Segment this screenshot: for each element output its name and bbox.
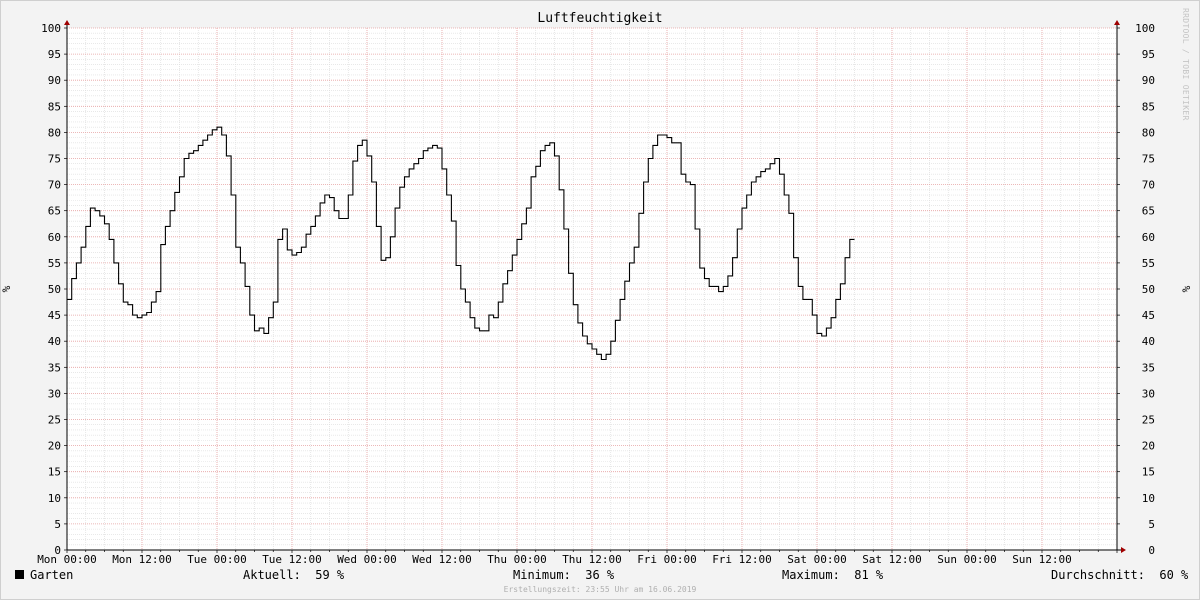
y-axis-label-left: % bbox=[0, 285, 13, 292]
x-tick-label: Thu 12:00 bbox=[562, 553, 622, 566]
y-tick-label-right: 70 bbox=[1142, 179, 1155, 192]
legend-aktuell: Aktuell: 59 % bbox=[243, 568, 345, 582]
creation-timestamp: Erstellungszeit: 23:55 Uhr am 16.06.2019 bbox=[503, 585, 697, 594]
y-tick-label-left: 35 bbox=[48, 361, 61, 374]
y-tick-label-right: 10 bbox=[1142, 492, 1155, 505]
y-tick-label-right: 65 bbox=[1142, 205, 1155, 218]
y-tick-label-left: 5 bbox=[54, 518, 61, 531]
y-tick-label-right: 90 bbox=[1142, 74, 1155, 87]
x-axis-arrow bbox=[1121, 547, 1126, 553]
y-tick-label-left: 50 bbox=[48, 283, 61, 296]
y-tick-label-left: 55 bbox=[48, 257, 61, 270]
y-tick-label-left: 30 bbox=[48, 387, 61, 400]
x-tick-label: Fri 12:00 bbox=[712, 553, 772, 566]
x-tick-label: Wed 12:00 bbox=[412, 553, 472, 566]
x-tick-labels: Mon 00:00 Mon 12:00 Tue 00:00 Tue 12:00 Wed … bbox=[37, 553, 1072, 566]
y-tick-label-left: 65 bbox=[48, 205, 61, 218]
y-tick-label-right: 95 bbox=[1142, 48, 1155, 61]
x-tick-label: Sun 12:00 bbox=[1012, 553, 1072, 566]
y-tick-label-left: 75 bbox=[48, 153, 61, 166]
watermark: RRDTOOL / TOBI OETIKER bbox=[1181, 8, 1190, 121]
y-tick-label-left: 15 bbox=[48, 466, 61, 479]
x-tick-label: Thu 00:00 bbox=[487, 553, 547, 566]
chart-title: Luftfeuchtigkeit bbox=[537, 11, 663, 26]
legend-maximum: Maximum: 81 % bbox=[782, 568, 884, 582]
x-tick-label: Sun 00:00 bbox=[937, 553, 997, 566]
x-tick-label: Mon 00:00 bbox=[37, 553, 97, 566]
y-tick-label-right: 60 bbox=[1142, 231, 1155, 244]
y-tick-label-left: 25 bbox=[48, 414, 61, 427]
x-tick-label: Mon 12:00 bbox=[112, 553, 172, 566]
chart-canvas: 0 5 10 15 20 25 30 35 40 45 50 55 60 65 70 75 80 85 90 95 10… bbox=[0, 20, 1193, 566]
y-tick-label-left: 60 bbox=[48, 231, 61, 244]
legend-durchschnitt: Durchschnitt: 60 % bbox=[1051, 568, 1189, 582]
y-tick-label-left: 45 bbox=[48, 309, 61, 322]
x-tick-label: Sat 12:00 bbox=[862, 553, 922, 566]
legend-series-label: Garten bbox=[30, 568, 74, 582]
y-tick-label-left: 20 bbox=[48, 440, 61, 453]
y-tick-label-right: 85 bbox=[1142, 100, 1155, 113]
chart-root: 0 5 10 15 20 25 30 35 40 45 50 55 60 65 70 75 80 85 90 95 10… bbox=[0, 0, 1200, 600]
y-tick-label-left: 10 bbox=[48, 492, 61, 505]
x-tick-label: Tue 12:00 bbox=[262, 553, 322, 566]
y-tick-label-right: 30 bbox=[1142, 387, 1155, 400]
y-tick-label-right: 35 bbox=[1142, 361, 1155, 374]
y-tick-label-left: 95 bbox=[48, 48, 61, 61]
y-tick-label-left: 85 bbox=[48, 100, 61, 113]
legend: Garten Aktuell: 59 % Minimum: 36 % Maxim… bbox=[0, 568, 1200, 584]
y-tick-label-right: 80 bbox=[1142, 126, 1155, 139]
y-tick-labels-left: 0510152025303540455055606570758085909510… bbox=[41, 22, 61, 557]
y-tick-label-right: 25 bbox=[1142, 414, 1155, 427]
legend-minimum: Minimum: 36 % bbox=[513, 568, 615, 582]
x-tick-label: Wed 00:00 bbox=[337, 553, 397, 566]
x-tick-label: Tue 00:00 bbox=[187, 553, 247, 566]
y-tick-label-right: 75 bbox=[1142, 153, 1155, 166]
x-tick-label: Sat 00:00 bbox=[787, 553, 847, 566]
y-tick-label-left: 80 bbox=[48, 126, 61, 139]
y-tick-label-left: 90 bbox=[48, 74, 61, 87]
y-tick-label-right: 50 bbox=[1142, 283, 1155, 296]
y-tick-labels-right: 0510152025303540455055606570758085909510… bbox=[1135, 22, 1155, 557]
y-axis-label-right: % bbox=[1180, 285, 1193, 292]
y-tick-label-left: 70 bbox=[48, 179, 61, 192]
legend-swatch bbox=[15, 570, 24, 579]
y-tick-label-right: 40 bbox=[1142, 335, 1155, 348]
y-tick-label-left: 40 bbox=[48, 335, 61, 348]
y-tick-label-right: 5 bbox=[1148, 518, 1155, 531]
x-tick-label: Fri 00:00 bbox=[637, 553, 697, 566]
y-tick-label-right: 55 bbox=[1142, 257, 1155, 270]
y-tick-label-right: 15 bbox=[1142, 466, 1155, 479]
y-tick-label-right: 0 bbox=[1148, 544, 1155, 557]
y-tick-label-right: 45 bbox=[1142, 309, 1155, 322]
y-tick-label-right: 20 bbox=[1142, 440, 1155, 453]
